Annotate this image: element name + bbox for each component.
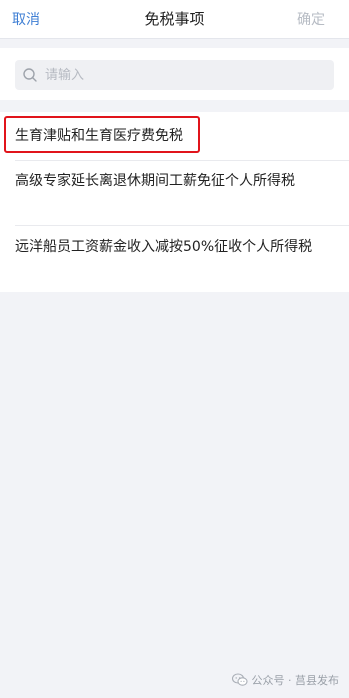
list-item-label: 高级专家延长离退休期间工薪免征个人所得税 xyxy=(15,173,295,189)
wechat-icon xyxy=(231,673,248,686)
list-item[interactable]: 高级专家延长离退休期间工薪免征个人所得税 xyxy=(0,161,349,225)
search-bar xyxy=(0,48,349,100)
watermark-text: 公众号 · 莒县发布 xyxy=(251,674,340,687)
search-input[interactable] xyxy=(45,60,325,90)
list-item[interactable]: 生育津贴和生育医疗费免税 xyxy=(0,112,349,160)
navigation-bar: 取消 免税事项 确定 xyxy=(0,0,349,39)
list-item-label: 生育津贴和生育医疗费免税 xyxy=(15,128,183,144)
list-item[interactable]: 远洋船员工资薪金收入减按50%征收个人所得税 xyxy=(0,226,349,292)
search-box[interactable] xyxy=(15,60,334,90)
watermark: 公众号 · 莒县发布 xyxy=(231,670,340,690)
search-icon xyxy=(23,68,37,82)
tax-exemption-list: 生育津贴和生育医疗费免税 高级专家延长离退休期间工薪免征个人所得税 远洋船员工资… xyxy=(0,112,349,292)
confirm-button[interactable]: 确定 xyxy=(297,9,325,29)
list-item-label: 远洋船员工资薪金收入减按50%征收个人所得税 xyxy=(15,239,313,255)
